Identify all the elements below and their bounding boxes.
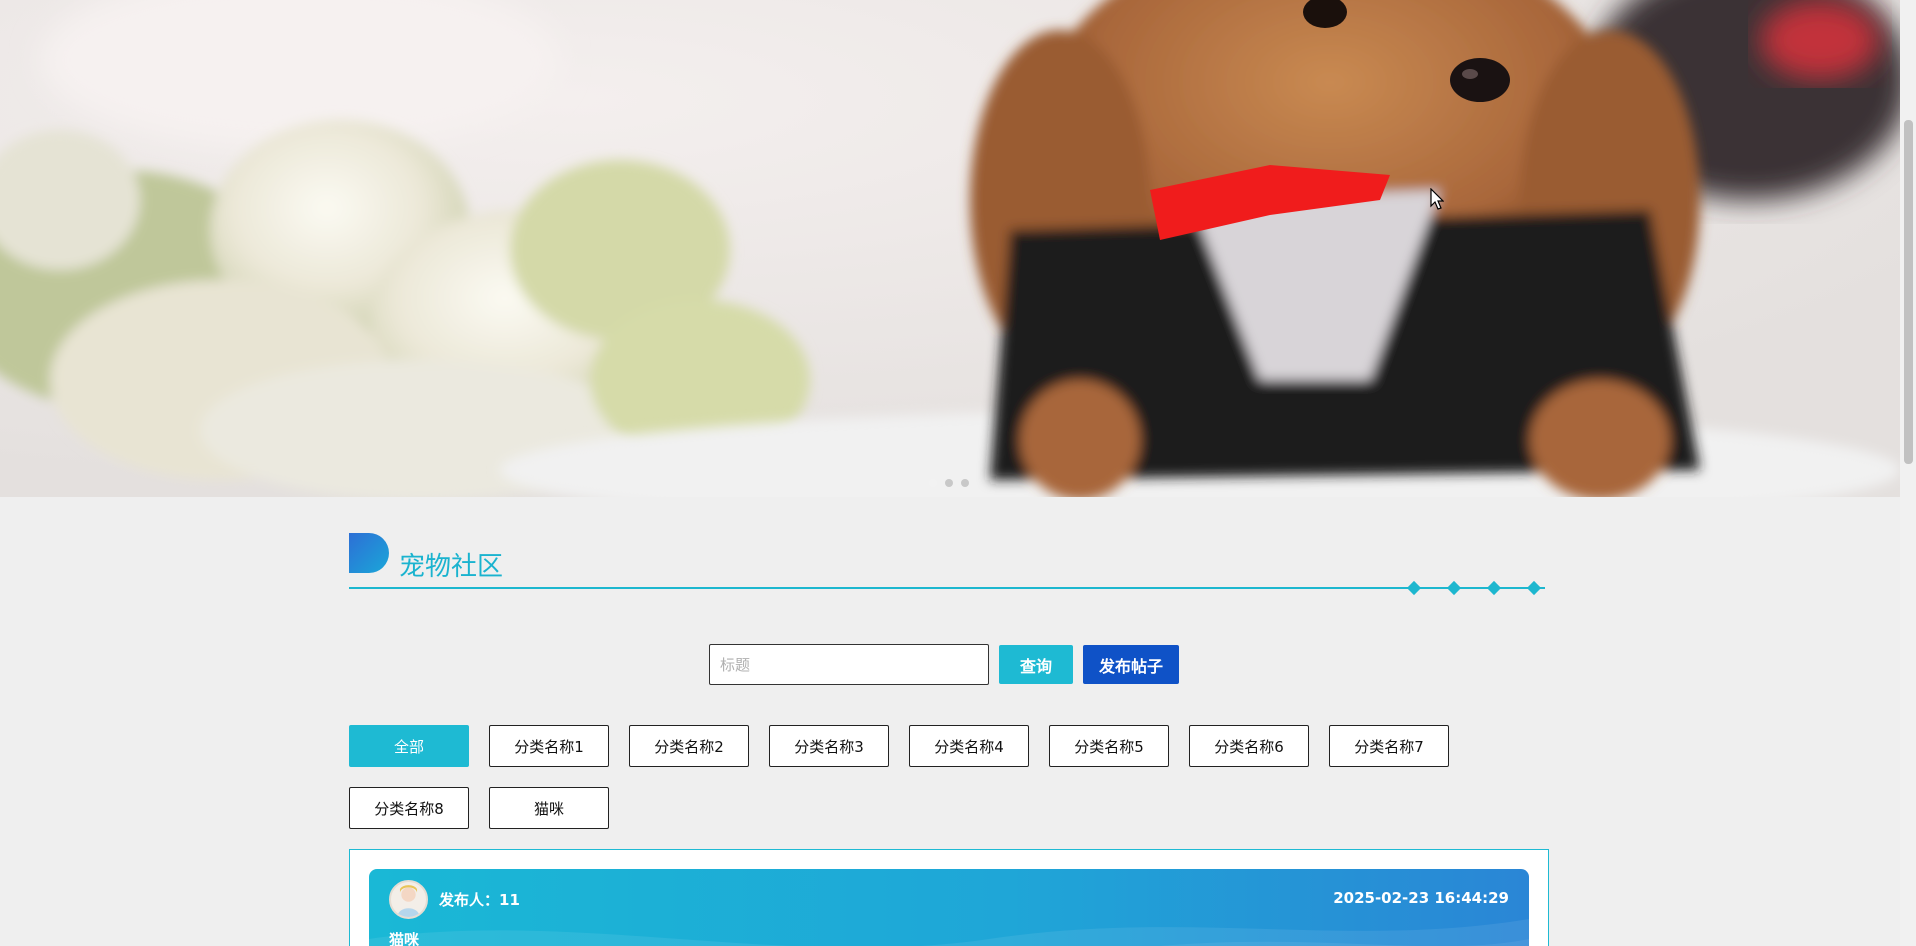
category-tab-3[interactable]: 分类名称3 xyxy=(769,725,889,767)
page-scrollbar[interactable] xyxy=(1900,0,1916,946)
category-tab-1[interactable]: 分类名称1 xyxy=(489,725,609,767)
category-tab-6[interactable]: 分类名称6 xyxy=(1189,725,1309,767)
section-divider xyxy=(349,587,1545,589)
post-timestamp: 2025-02-23 16:44:29 xyxy=(1333,889,1509,907)
section-header: 宠物社区 xyxy=(349,530,1545,596)
category-tab-all[interactable]: 全部 xyxy=(349,725,469,767)
section-title: 宠物社区 xyxy=(399,552,504,582)
publish-post-button[interactable]: 发布帖子 xyxy=(1083,645,1179,684)
banner-image xyxy=(0,0,1900,497)
query-button[interactable]: 查询 xyxy=(999,645,1073,684)
author-avatar xyxy=(389,880,428,919)
category-tab-5[interactable]: 分类名称5 xyxy=(1049,725,1169,767)
diamond-icon xyxy=(1446,580,1462,596)
scrollbar-thumb[interactable] xyxy=(1904,120,1913,464)
category-tab-8[interactable]: 分类名称8 xyxy=(349,787,469,829)
post-list: 发布人：11 2025-02-23 16:44:29 猫咪 xyxy=(349,849,1549,946)
category-tab-2[interactable]: 分类名称2 xyxy=(629,725,749,767)
post-card[interactable]: 发布人：11 2025-02-23 16:44:29 猫咪 xyxy=(369,869,1529,946)
post-author-label: 发布人： xyxy=(439,891,500,909)
post-author-name: 11 xyxy=(499,891,520,909)
category-tab-7[interactable]: 分类名称7 xyxy=(1329,725,1449,767)
post-author: 发布人：11 xyxy=(439,889,520,910)
category-tab-cat[interactable]: 猫咪 xyxy=(489,787,609,829)
category-tab-4[interactable]: 分类名称4 xyxy=(909,725,1029,767)
title-search-input[interactable] xyxy=(709,644,989,685)
diamond-icon xyxy=(1406,580,1422,596)
carousel-dot-2[interactable] xyxy=(945,479,953,487)
wave-decoration xyxy=(369,919,1529,946)
section-logo-icon xyxy=(349,533,389,573)
diamond-icon xyxy=(1486,580,1502,596)
banner-carousel[interactable] xyxy=(0,0,1900,497)
post-title[interactable]: 猫咪 xyxy=(389,929,419,946)
carousel-dot-1[interactable] xyxy=(929,479,937,487)
diamond-icon xyxy=(1526,580,1542,596)
mouse-cursor-icon xyxy=(1430,188,1444,210)
carousel-dot-3[interactable] xyxy=(961,479,969,487)
